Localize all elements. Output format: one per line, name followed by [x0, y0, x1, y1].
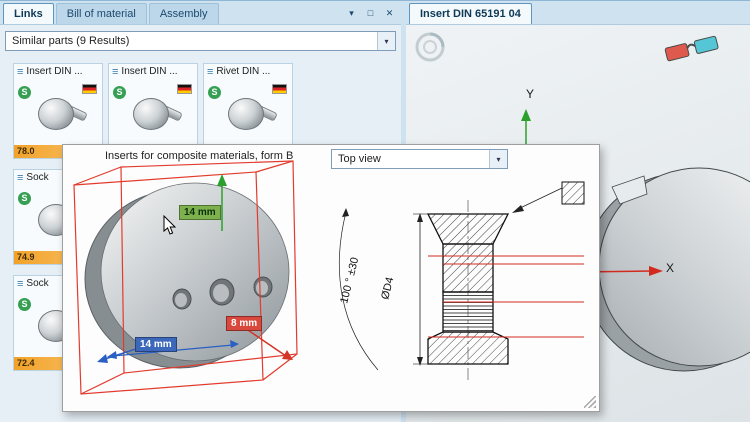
chevron-down-icon[interactable]: ▾: [489, 150, 507, 168]
view-dropdown-value: Top view: [332, 153, 489, 165]
part-card-title: Rivet DIN ...: [216, 66, 270, 77]
y-axis-label: Y: [526, 87, 534, 101]
height-dimension-label: 14 mm: [179, 205, 221, 220]
status-badge: S: [113, 86, 126, 99]
close-icon[interactable]: ✕: [382, 6, 397, 21]
tab-bill-of-material[interactable]: Bill of material: [56, 3, 147, 24]
tab-insert-din-65191[interactable]: Insert DIN 65191 04: [409, 3, 532, 24]
depth-dimension-label: 8 mm: [226, 316, 262, 331]
technical-drawing-view[interactable]: 100 ° ±30 ØD4: [316, 172, 596, 407]
part-card-title: Sock: [26, 172, 48, 183]
chevron-down-icon[interactable]: ▾: [377, 32, 395, 50]
part-thumbnail: [129, 90, 183, 140]
3d-glasses-icon[interactable]: [664, 35, 720, 65]
left-tabbar: Links Bill of material Assembly: [0, 1, 401, 25]
part-card-title: Insert DIN ...: [26, 66, 82, 77]
part-card-title: Insert DIN ...: [121, 66, 177, 77]
logo-watermark-icon: [412, 29, 448, 65]
similar-parts-dropdown-value: Similar parts (9 Results): [6, 35, 377, 47]
view-dropdown[interactable]: Top view ▾: [331, 149, 508, 169]
panel-window-controls: ▾ □ ✕: [344, 6, 397, 21]
part-card-title: Sock: [26, 278, 48, 289]
panel-menu-icon[interactable]: ▾: [344, 6, 359, 21]
maximize-icon[interactable]: □: [363, 6, 378, 21]
width-dimension-label: 14 mm: [135, 337, 177, 352]
list-icon: ≡: [17, 278, 23, 290]
app-window: Links Bill of material Assembly ▾ □ ✕ Si…: [0, 0, 750, 422]
status-badge: S: [18, 86, 31, 99]
list-icon: ≡: [17, 172, 23, 184]
status-badge: S: [18, 192, 31, 205]
preview-3d-view[interactable]: [65, 159, 315, 411]
tab-links[interactable]: Links: [3, 3, 54, 24]
status-badge: S: [208, 86, 221, 99]
preview-popup: Inserts for composite materials, form B …: [62, 144, 600, 412]
tab-assembly[interactable]: Assembly: [149, 3, 219, 24]
list-icon: ≡: [207, 66, 213, 78]
resize-grip[interactable]: [584, 396, 596, 408]
status-badge: S: [18, 298, 31, 311]
list-icon: ≡: [17, 66, 23, 78]
right-tabbar: Insert DIN 65191 04: [406, 1, 750, 25]
part-thumbnail: [34, 90, 88, 140]
similar-parts-dropdown[interactable]: Similar parts (9 Results) ▾: [5, 31, 396, 51]
diameter-dimension-text: ØD4: [379, 276, 396, 301]
angle-dimension-text: 100 ° ±30: [338, 256, 361, 305]
part-thumbnail: [224, 90, 278, 140]
list-icon: ≡: [112, 66, 118, 78]
x-axis-label: X: [666, 261, 674, 275]
mouse-cursor: [163, 215, 179, 237]
